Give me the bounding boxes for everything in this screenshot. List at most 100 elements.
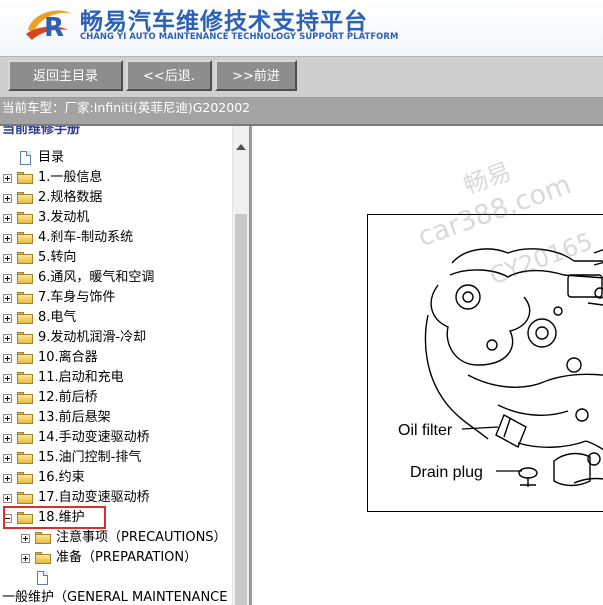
tree-item-label[interactable]: 4.刹车-制动系统 xyxy=(38,228,133,248)
manual-tree: 当前维修手册 目录 1.一般信息 2.规格数据 3.发动机 4.刹车-制动系统 5.转向 6… xyxy=(0,126,232,605)
folder-icon xyxy=(35,532,51,544)
tree-item-folder[interactable]: 1.一般信息 xyxy=(0,168,232,188)
tree-item-label[interactable]: 目录 xyxy=(38,148,64,168)
tree-item-folder[interactable]: 6.通风，暖气和空调 xyxy=(0,268,232,288)
tree-item-label[interactable]: 6.通风，暖气和空调 xyxy=(38,268,154,288)
tree-item-folder[interactable]: 14.手动变速驱动桥 xyxy=(0,428,232,448)
tree-item-folder[interactable]: 5.转向 xyxy=(0,248,232,268)
expand-icon[interactable] xyxy=(3,294,12,303)
expand-icon[interactable] xyxy=(3,354,12,363)
expand-icon[interactable] xyxy=(3,334,12,343)
current-vehicle-bar: 当前车型：厂家:Infiniti(英菲尼迪)G202002 xyxy=(0,98,603,124)
toolbar: 返回主目录 <<后退. >>前进 xyxy=(0,56,603,98)
folder-icon xyxy=(17,272,33,284)
expand-icon[interactable] xyxy=(3,394,12,403)
folder-icon xyxy=(17,212,33,224)
folder-icon xyxy=(17,252,33,264)
folder-icon xyxy=(17,172,33,184)
document-icon xyxy=(20,151,31,165)
tree-item-general-maintenance[interactable]: 一般维护（GENERAL MAINTENANCE xyxy=(0,588,232,605)
tree-item-folder[interactable]: 17.自动变速驱动桥 xyxy=(0,488,232,508)
tree-item-label[interactable]: 2.规格数据 xyxy=(38,188,102,208)
tree-item-folder[interactable]: 3.发动机 xyxy=(0,208,232,228)
tree-item-label[interactable]: 11.启动和充电 xyxy=(38,368,124,388)
folder-icon xyxy=(17,432,33,444)
scroll-thumb[interactable] xyxy=(235,214,247,605)
expand-icon[interactable] xyxy=(3,494,12,503)
expand-icon[interactable] xyxy=(3,434,12,443)
tree-item-folder[interactable]: 9.发动机润滑-冷却 xyxy=(0,328,232,348)
tree-item-folder[interactable]: 12.前后桥 xyxy=(0,388,232,408)
selected-highlight-box xyxy=(3,506,106,529)
tree-item-folder[interactable]: 7.车身与饰件 xyxy=(0,288,232,308)
drain-plug-label: Drain plug xyxy=(410,464,483,481)
site-header: R 畅易汽车维修技术支持平台 CHANG YI AUTO MAINTENANCE… xyxy=(0,0,603,56)
folder-icon xyxy=(17,332,33,344)
back-button[interactable]: <<后退. xyxy=(126,60,212,91)
tree-item-label[interactable]: 注意事项（PRECAUTIONS） xyxy=(56,528,227,548)
tree-item-folder[interactable]: 13.前后悬架 xyxy=(0,408,232,428)
expand-icon[interactable] xyxy=(21,554,30,563)
folder-icon xyxy=(17,312,33,324)
forward-button[interactable]: >>前进 xyxy=(215,60,297,91)
folder-icon xyxy=(17,472,33,484)
oil-filter-label: Oil filter xyxy=(398,422,453,439)
tree-item-folder[interactable]: 15.油门控制-排气 xyxy=(0,448,232,468)
tree-top-label[interactable]: 当前维修手册 xyxy=(2,126,80,137)
expand-icon[interactable] xyxy=(3,174,12,183)
tree-item-label[interactable]: 1.一般信息 xyxy=(38,168,102,188)
expand-icon[interactable] xyxy=(3,274,12,283)
tree-item-label[interactable]: 13.前后悬架 xyxy=(38,408,111,428)
tree-item-folder[interactable]: 16.约束 xyxy=(0,468,232,488)
tree-item-label[interactable]: 14.手动变速驱动桥 xyxy=(38,428,150,448)
svg-text:R: R xyxy=(44,13,64,43)
tree-item-label[interactable]: 准备（PREPARATION） xyxy=(56,548,197,568)
folder-icon xyxy=(17,292,33,304)
expand-icon[interactable] xyxy=(3,314,12,323)
tree-item-label[interactable]: 一般维护（GENERAL MAINTENANCE xyxy=(2,588,227,605)
tree-item-folder[interactable]: 8.电气 xyxy=(0,308,232,328)
folder-icon xyxy=(17,232,33,244)
expand-icon[interactable] xyxy=(3,234,12,243)
tree-item-root-doc[interactable]: 目录 xyxy=(0,148,232,168)
logo-icon: R xyxy=(26,10,72,43)
expand-icon[interactable] xyxy=(3,194,12,203)
tree-item-label[interactable]: 9.发动机润滑-冷却 xyxy=(38,328,146,348)
tree-item-label[interactable]: 5.转向 xyxy=(38,248,76,268)
expand-icon[interactable] xyxy=(3,414,12,423)
folder-icon xyxy=(17,452,33,464)
tree-item-child-doc[interactable] xyxy=(0,568,232,588)
folder-icon xyxy=(17,192,33,204)
expand-icon[interactable] xyxy=(3,254,12,263)
tree-item-label[interactable]: 15.油门控制-排气 xyxy=(38,448,141,468)
expand-icon[interactable] xyxy=(3,214,12,223)
expand-icon[interactable] xyxy=(3,454,12,463)
home-button[interactable]: 返回主目录 xyxy=(8,60,123,91)
folder-icon xyxy=(17,372,33,384)
tree-item-child-folder[interactable]: 准备（PREPARATION） xyxy=(0,548,232,568)
folder-icon xyxy=(35,552,51,564)
tree-item-folder[interactable]: 11.启动和充电 xyxy=(0,368,232,388)
folder-icon xyxy=(17,492,33,504)
folder-icon xyxy=(17,392,33,404)
tree-item-label[interactable]: 10.离合器 xyxy=(38,348,98,368)
tree-item-folder[interactable]: 10.离合器 xyxy=(0,348,232,368)
tree-item-label[interactable]: 8.电气 xyxy=(38,308,76,328)
tree-item-folder[interactable]: 2.规格数据 xyxy=(0,188,232,208)
tree-item-label[interactable]: 17.自动变速驱动桥 xyxy=(38,488,150,508)
tree-item-label[interactable]: 12.前后桥 xyxy=(38,388,98,408)
tree-item-label[interactable]: 3.发动机 xyxy=(38,208,89,228)
document-icon xyxy=(37,571,48,585)
scroll-up-arrow-icon[interactable] xyxy=(236,144,246,150)
tree-item-label[interactable]: 16.约束 xyxy=(38,468,85,488)
tree-scrollbar[interactable] xyxy=(232,126,249,605)
tree-item-child-folder[interactable]: 注意事项（PRECAUTIONS） xyxy=(0,528,232,548)
brand-subtitle: CHANG YI AUTO MAINTENANCE TECHNOLOGY SUP… xyxy=(80,31,399,41)
expand-icon[interactable] xyxy=(3,474,12,483)
folder-icon xyxy=(17,352,33,364)
tree-item-label[interactable]: 7.车身与饰件 xyxy=(38,288,115,308)
tree-item-folder[interactable]: 4.刹车-制动系统 xyxy=(0,228,232,248)
content-pane: Oil filter Drain plug 畅易 car388.com CY20… xyxy=(252,126,603,605)
expand-icon[interactable] xyxy=(3,374,12,383)
expand-icon[interactable] xyxy=(21,534,30,543)
